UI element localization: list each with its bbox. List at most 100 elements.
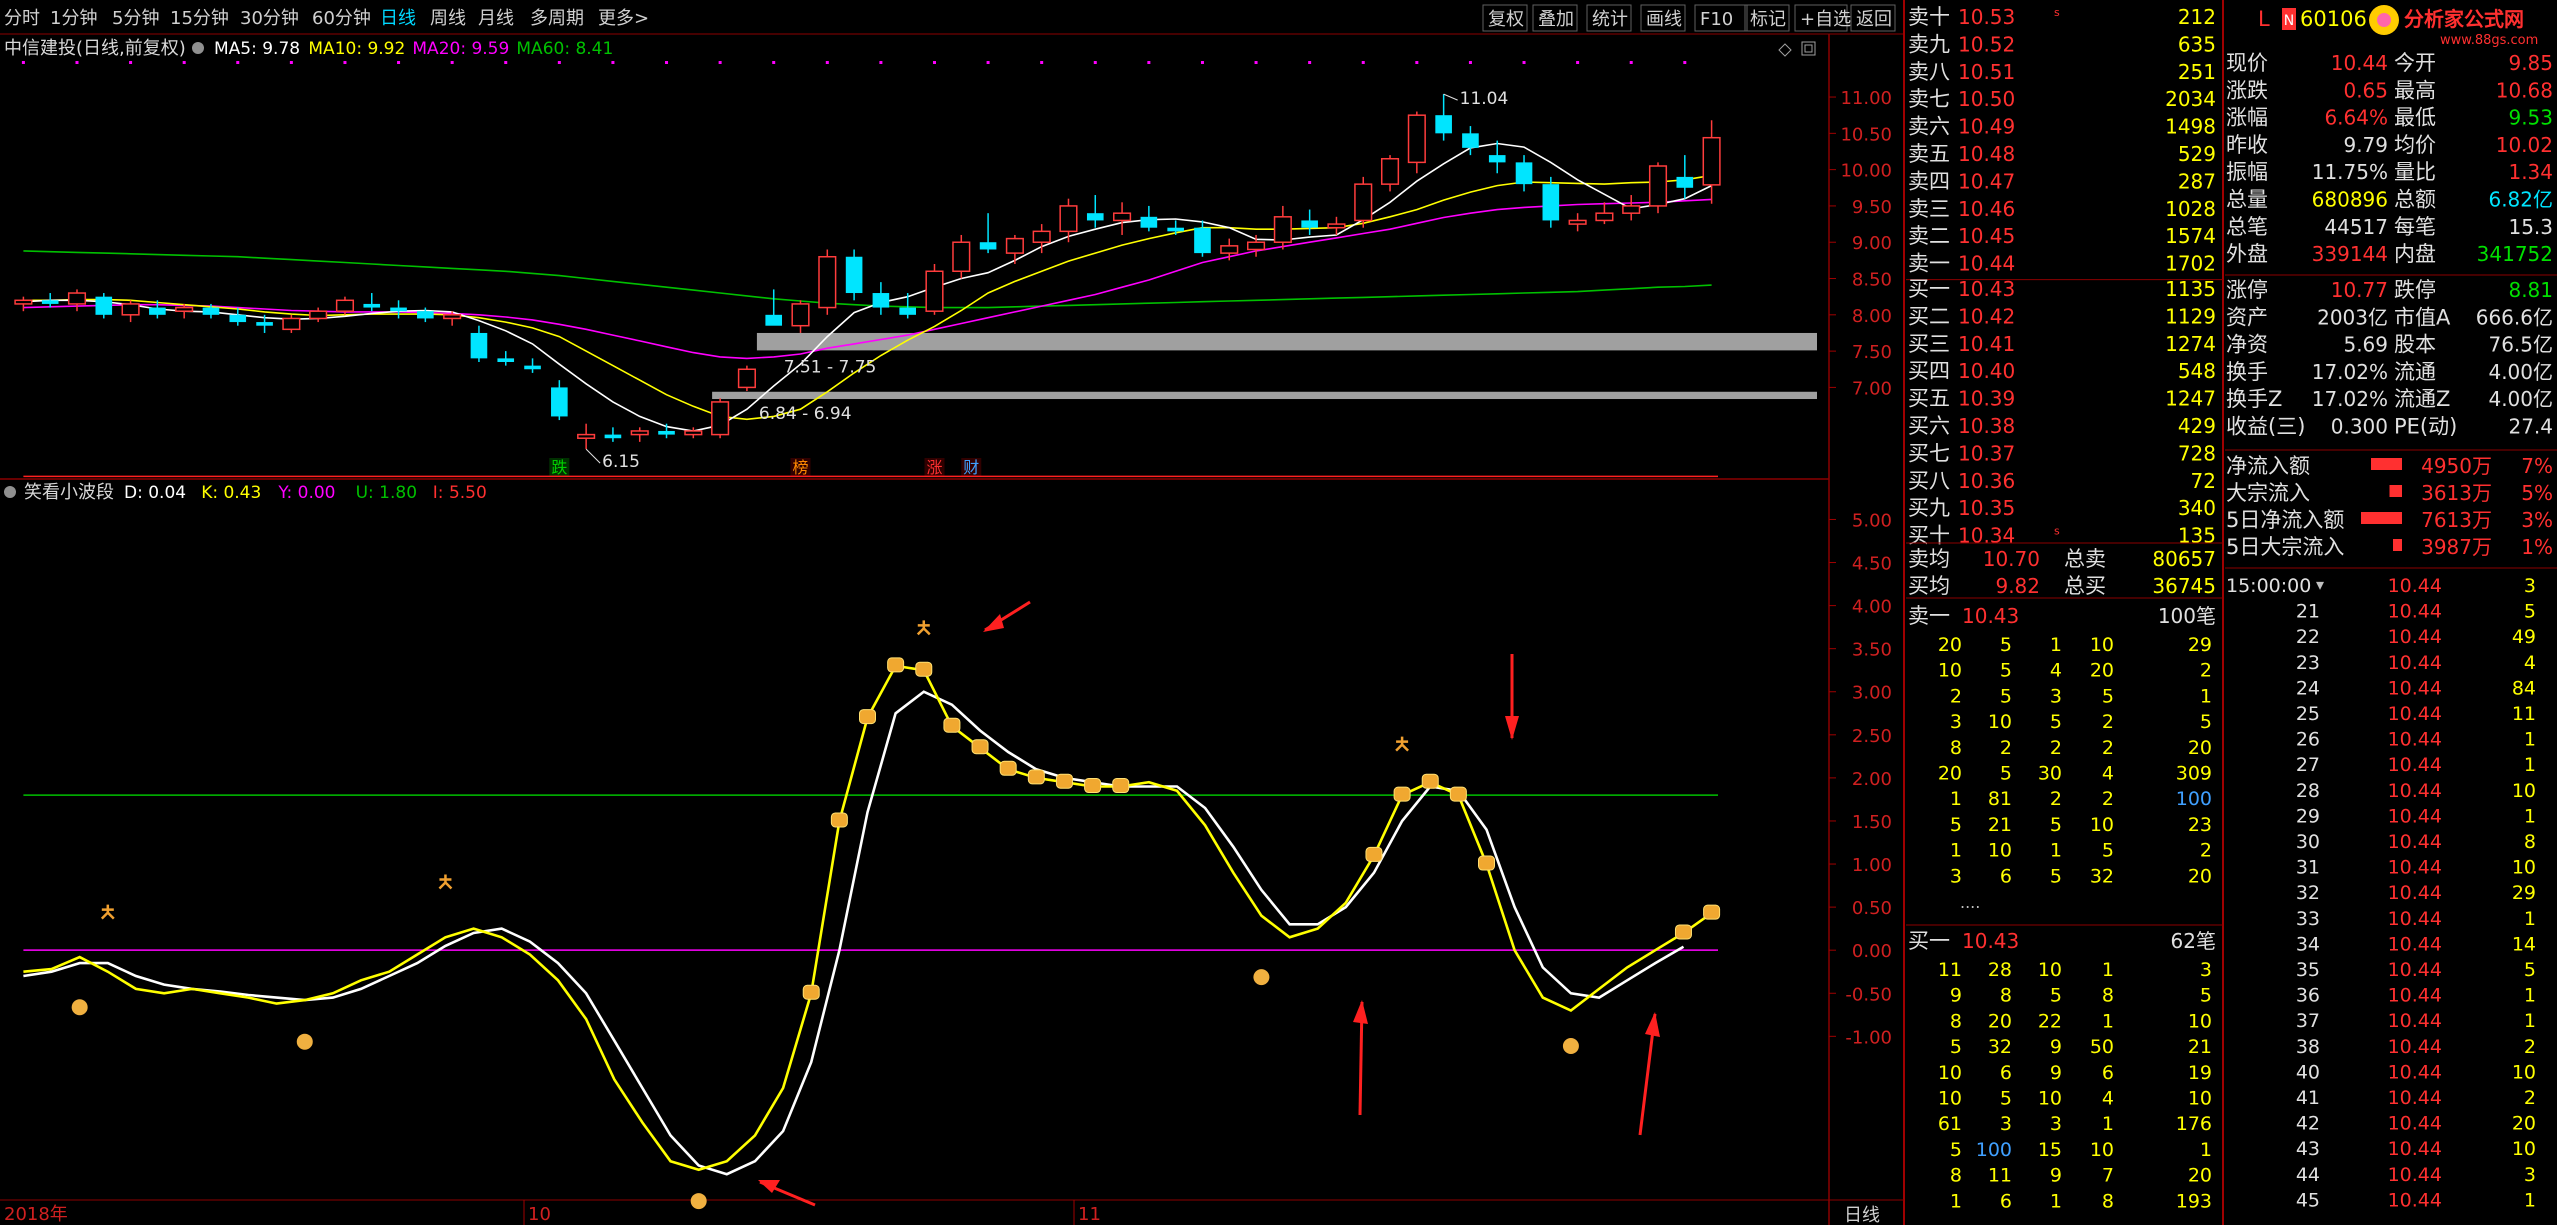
tick-time: 35 (2296, 959, 2320, 981)
tool-button[interactable]: 标记 (1750, 9, 1786, 30)
period-tab[interactable]: 周线 (430, 8, 466, 29)
tool-button[interactable]: 统计 (1592, 9, 1628, 30)
queue-count: 62笔 (2171, 929, 2216, 953)
period-tab[interactable]: 更多> (598, 8, 649, 29)
candle-up (309, 310, 328, 320)
queue-cell: 5 (2000, 634, 2012, 656)
tool-button[interactable]: +自选 (1800, 9, 1851, 30)
main-chart-area[interactable]: 分时 1分钟 5分钟 15分钟 30分钟 60分钟 日线 周线 月线 多周期 更多> 复权 叠加 统计 画线… (0, 0, 2557, 1225)
queue-cell: 2 (2200, 840, 2212, 862)
period-tab[interactable]: 30分钟 (240, 8, 299, 29)
event-tag[interactable]: 财 (963, 458, 979, 477)
quote-label: 流通 (2394, 360, 2436, 384)
tick-time: 38 (2296, 1036, 2320, 1058)
event-tag[interactable]: 跌 (551, 458, 567, 477)
queue-cell: 2 (2000, 737, 2012, 759)
flag-s: s (2054, 6, 2060, 19)
period-tab[interactable]: 多周期 (530, 8, 584, 29)
queue-cell: 10 (2038, 959, 2062, 981)
signal-lantern-icon (1365, 846, 1383, 862)
queue-cell: 32 (2090, 865, 2114, 887)
tick-time: 43 (2296, 1138, 2320, 1160)
queue-cell: 5 (2050, 711, 2062, 733)
buy-level-label: 买一 (1908, 277, 1950, 301)
period-tab[interactable]: 15分钟 (170, 8, 229, 29)
tool-button[interactable]: 叠加 (1538, 9, 1574, 30)
candle-up (14, 299, 33, 305)
chevron-down-icon[interactable]: ▾ (2316, 575, 2324, 594)
settings-icon[interactable] (4, 486, 16, 498)
tick-volume: 20 (2512, 1113, 2536, 1135)
queue-cell: 20 (2188, 1165, 2212, 1187)
marker-dot (825, 61, 829, 64)
zone-upper-label: 7.51 - 7.75 (784, 357, 877, 377)
period-tab[interactable]: 5分钟 (112, 8, 159, 29)
fund-flow-label: 5日大宗流入 (2226, 535, 2344, 559)
period-tab[interactable]: 1分钟 (50, 8, 97, 29)
signal-lantern-icon (1084, 778, 1102, 794)
event-tag[interactable]: 涨 (926, 458, 942, 477)
event-tag[interactable]: 榜 (793, 458, 809, 477)
marker-dot (504, 61, 508, 64)
candle-down (470, 332, 488, 359)
candle-up (1005, 237, 1024, 254)
queue-cell: 3 (2000, 1113, 2012, 1135)
candle-down (1086, 213, 1104, 221)
candle-down (872, 293, 890, 308)
tool-button[interactable]: F10 (1700, 9, 1733, 30)
settings-icon[interactable] (192, 42, 204, 54)
quote-label: 现价 (2226, 51, 2268, 75)
tick-volume: 1 (2524, 1189, 2536, 1211)
buy-price: 10.35 (1958, 496, 2015, 520)
queue-cell: 10 (2090, 814, 2114, 836)
tick-volume: 3 (2524, 575, 2536, 597)
period-tab[interactable]: 分时 (4, 8, 40, 29)
queue-cell: 2 (2102, 711, 2114, 733)
avg-price: 9.82 (1995, 574, 2040, 598)
queue-cell: 10 (1938, 1088, 1962, 1110)
marker-dot (557, 61, 561, 64)
marker-dot (772, 61, 776, 64)
candle-up (67, 292, 87, 305)
candle-up (335, 299, 355, 312)
tick-price: 10.44 (2388, 1138, 2442, 1160)
quote-value: 10.02 (2496, 133, 2553, 157)
period-tab[interactable]: 月线 (478, 8, 514, 29)
queue-cell: 23 (2188, 814, 2212, 836)
price-axis-label: 8.00 (1852, 306, 1892, 327)
tick-price: 10.44 (2388, 1010, 2442, 1032)
tick-price: 10.44 (2388, 831, 2442, 853)
fund-flow-value: 3613万 (2421, 481, 2492, 505)
quote-label: 昨收 (2226, 133, 2268, 157)
sell-price: 10.44 (1958, 252, 2015, 276)
marker-dot (1361, 61, 1365, 64)
marker-dot (879, 61, 883, 64)
queue-cell: 5 (2000, 660, 2012, 682)
total-volume: 36745 (2152, 574, 2216, 598)
quote-value: 4.00亿 (2488, 387, 2553, 411)
period-tab[interactable]: 60分钟 (312, 8, 371, 29)
fund-flow-label: 净流入额 (2226, 454, 2310, 478)
indicator-legend: I: 5.50 (433, 483, 487, 503)
diamond-icon[interactable] (1778, 43, 1792, 57)
sell-volume: 1702 (2165, 252, 2216, 276)
queue-cell: 9 (2050, 1165, 2062, 1187)
period-tab[interactable]: 日线 (380, 8, 416, 29)
queue-cell: 5 (2050, 985, 2062, 1007)
tick-time: 28 (2296, 780, 2320, 802)
quote-label: 流通Z (2394, 387, 2450, 411)
candle-down (256, 322, 273, 326)
sell-level-label: 卖五 (1908, 142, 1950, 166)
quote-value: 15.3 (2508, 215, 2553, 239)
tool-button[interactable]: 返回 (1856, 9, 1892, 30)
code-prefix: L (2258, 7, 2270, 31)
marker-dot (182, 61, 186, 64)
tool-button[interactable]: 复权 (1488, 9, 1524, 30)
tool-button[interactable]: 画线 (1646, 9, 1682, 30)
queue-cell: 6 (2000, 1062, 2012, 1084)
marker-dot (289, 61, 293, 64)
tick-price: 10.44 (2388, 703, 2442, 725)
maximize-icon[interactable] (1801, 41, 1816, 56)
period-indicator[interactable]: 日线 (1844, 1205, 1880, 1225)
queue-cell: 32 (1988, 1036, 2012, 1058)
